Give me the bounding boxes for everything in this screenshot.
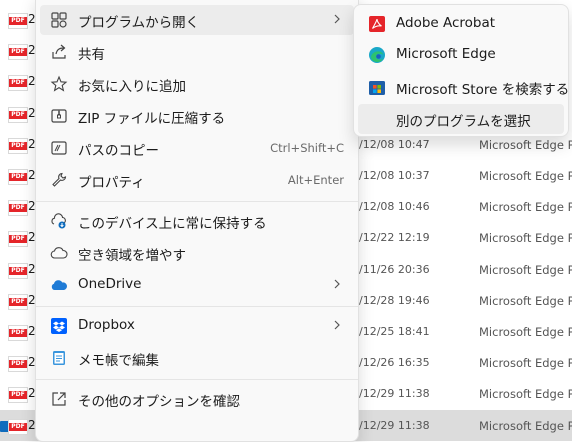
menu-item-open-with[interactable]: プログラムから開く (40, 5, 354, 35)
notepad-edit-label: メモ帳で編集 (78, 353, 159, 369)
pdf-file-icon: PDF (8, 262, 28, 279)
open-with-icon (50, 11, 68, 29)
menu-item-properties[interactable]: プロパティ Alt+Enter (40, 165, 354, 195)
menu-item-copy-path[interactable]: パスのコピー Ctrl+Shift+C (40, 133, 354, 163)
menu-item-compress-zip[interactable]: ZIP ファイルに圧縮する (40, 101, 354, 131)
wrench-icon (50, 171, 68, 189)
pdf-file-icon: PDF (8, 418, 28, 435)
menu-item-always-keep[interactable]: このデバイス上に常に保持する (40, 206, 354, 236)
more-options-label: その他のオプションを確認 (78, 394, 240, 410)
store-icon (368, 78, 386, 96)
pdf-file-icon: PDF (8, 106, 28, 123)
star-icon (50, 75, 68, 93)
pdf-file-icon: PDF (8, 231, 28, 248)
menu-item-dropbox[interactable]: Dropbox (40, 311, 354, 341)
submenu-item-store[interactable]: Microsoft Store を検索する (358, 72, 569, 102)
file-date: /12/22 12:19 (359, 231, 430, 245)
pdf-file-icon: PDF (8, 293, 28, 310)
menu-separator (36, 379, 358, 380)
open-with-label: プログラムから開く (78, 15, 200, 31)
properties-shortcut: Alt+Enter (287, 173, 344, 187)
menu-item-onedrive[interactable]: OneDrive (40, 270, 354, 300)
copy-path-label: パスのコピー (78, 143, 159, 159)
onedrive-label: OneDrive (78, 276, 142, 292)
file-date: /12/28 19:46 (359, 293, 430, 307)
file-date: /12/25 18:41 (359, 325, 430, 338)
pdf-file-icon: PDF (8, 137, 28, 154)
cloud-download-icon (50, 212, 68, 230)
edge-label: Microsoft Edge (396, 46, 496, 62)
properties-label: プロパティ (78, 175, 145, 191)
menu-item-more-options[interactable]: その他のオプションを確認 (40, 384, 354, 414)
file-date: /12/08 10:47 (359, 137, 430, 151)
file-date: /11/26 20:36 (359, 262, 430, 276)
copy-path-shortcut: Ctrl+Shift+C (270, 141, 344, 155)
file-type: Microsoft Edge P... (479, 293, 572, 308)
onedrive-icon (50, 276, 68, 294)
menu-item-share[interactable]: 共有 (40, 37, 354, 67)
pdf-file-icon: PDF (8, 356, 28, 373)
chevron-right-icon (332, 11, 342, 27)
file-type: Microsoft Edge P... (479, 231, 572, 246)
edge-icon (368, 46, 386, 64)
store-label: Microsoft Store を検索する (396, 82, 570, 98)
pdf-file-icon: PDF (8, 387, 28, 404)
always-keep-label: このデバイス上に常に保持する (78, 216, 267, 232)
menu-separator (36, 201, 358, 202)
external-open-icon (50, 390, 68, 408)
file-date: /12/08 10:37 (359, 169, 430, 182)
acrobat-icon (368, 15, 386, 33)
file-type: Microsoft Edge P... (479, 418, 572, 433)
chevron-right-icon (332, 276, 342, 292)
add-favorite-label: お気に入りに追加 (78, 79, 186, 95)
file-type: Microsoft Edge P... (479, 262, 572, 277)
choose-other-label: 別のプログラムを選択 (396, 114, 531, 130)
pdf-file-icon: PDF (8, 13, 28, 29)
pdf-file-icon: PDF (8, 44, 28, 61)
file-date: /12/26 16:35 (359, 356, 430, 370)
submenu-item-choose-other[interactable]: 別のプログラムを選択 (358, 104, 564, 134)
context-menu: プログラムから開く 共有 お気に入りに追加 ZIP ファイルに圧縮する パスのコ… (35, 0, 359, 442)
file-type: Microsoft Edge P... (479, 137, 572, 152)
acrobat-label: Adobe Acrobat (396, 15, 496, 31)
free-space-label: 空き領域を増やす (78, 248, 186, 264)
file-date: /12/29 11:38 (359, 418, 430, 432)
submenu-item-edge[interactable]: Microsoft Edge (358, 40, 564, 70)
file-date: /12/29 11:38 (359, 387, 430, 401)
zip-folder-icon (50, 107, 68, 125)
file-type: Microsoft Edge P... (479, 325, 572, 339)
share-label: 共有 (78, 47, 105, 63)
compress-zip-label: ZIP ファイルに圧縮する (78, 111, 226, 127)
pdf-file-icon: PDF (8, 169, 28, 185)
menu-separator (36, 306, 358, 307)
notepad-icon (50, 349, 68, 367)
file-type: Microsoft Edge P... (479, 169, 572, 183)
file-type: Microsoft Edge P... (479, 356, 572, 371)
menu-item-notepad-edit[interactable]: メモ帳で編集 (40, 343, 354, 373)
file-type: Microsoft Edge P... (479, 387, 572, 402)
pdf-file-icon: PDF (8, 200, 28, 217)
menu-item-free-space[interactable]: 空き領域を増やす (40, 238, 354, 268)
copy-path-icon (50, 139, 68, 157)
pdf-file-icon: PDF (8, 75, 28, 92)
share-icon (50, 43, 68, 61)
menu-item-add-favorite[interactable]: お気に入りに追加 (40, 69, 354, 99)
file-type: Microsoft Edge P... (479, 200, 572, 215)
cloud-icon (50, 244, 68, 262)
dropbox-label: Dropbox (78, 317, 135, 333)
chevron-right-icon (332, 317, 342, 333)
pdf-file-icon: PDF (8, 325, 28, 341)
open-with-submenu: Adobe Acrobat Microsoft Edge Microsoft S… (353, 4, 569, 137)
submenu-item-acrobat[interactable]: Adobe Acrobat (358, 9, 564, 39)
dropbox-icon (50, 317, 68, 335)
file-date: /12/08 10:46 (359, 200, 430, 214)
